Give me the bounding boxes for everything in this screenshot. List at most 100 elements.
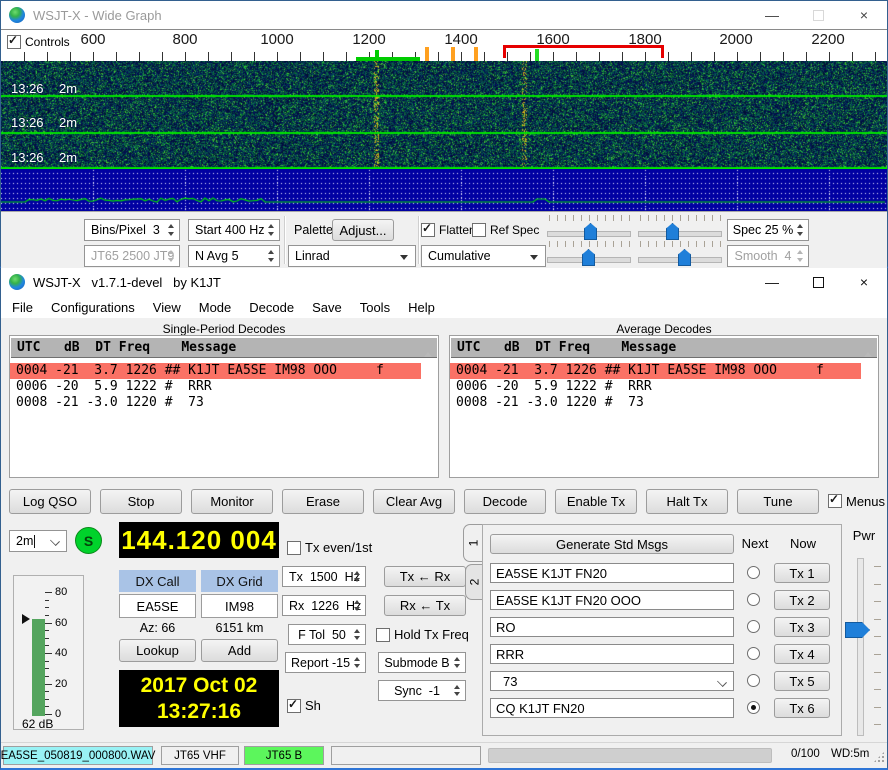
menu-help[interactable]: Help	[399, 297, 444, 318]
stop-button[interactable]: Stop	[100, 489, 182, 514]
rx-from-tx-button[interactable]: Rx ← Tx	[384, 595, 466, 616]
pwr-slider-handle[interactable]	[845, 622, 870, 638]
main-titlebar[interactable]: WSJT-X v1.7.1-devel by K1JT — ×	[1, 268, 887, 296]
f-tol-spinbox[interactable]: F Tol 50	[288, 624, 366, 645]
tx-from-rx-button[interactable]: Tx ← Rx	[384, 566, 466, 587]
scrollbar-up-icon[interactable]	[864, 352, 872, 357]
spectrum-mode-combobox[interactable]: Cumulative	[421, 245, 546, 267]
decode-row[interactable]: 0006 -20 5.9 1222 # RRR	[450, 379, 861, 395]
main-window: WSJT-X v1.7.1-devel by K1JT — × File Con…	[0, 268, 888, 770]
generate-std-msgs-button[interactable]: Generate Std Msgs	[490, 534, 734, 554]
status-indicator-button[interactable]: S	[75, 527, 102, 554]
add-button[interactable]: Add	[201, 639, 278, 662]
tx5-now-button[interactable]: Tx 5	[774, 671, 830, 691]
scrollbar-up-icon[interactable]	[424, 352, 432, 357]
menu-tools[interactable]: Tools	[351, 297, 399, 318]
spectrum-zero-slider[interactable]	[638, 241, 722, 267]
tx4-next-radio[interactable]	[747, 647, 760, 660]
maximize-icon[interactable]	[795, 1, 841, 29]
spec-percent-spinbox[interactable]: Spec 25 %	[727, 219, 809, 241]
decode-row[interactable]: 0008 -21 -3.0 1220 # 73	[10, 395, 421, 411]
frequency-ruler[interactable]: Controls 600 800 1000 1200 1400 1600 180…	[1, 29, 887, 62]
tab-2[interactable]: 2	[465, 564, 483, 600]
decode-table-header: UTC dB DT Freq Message	[451, 338, 877, 358]
ref-spec-checkbox[interactable]: Ref Spec	[472, 223, 539, 237]
close-icon[interactable]: ×	[841, 268, 887, 296]
tx2-message-field[interactable]: EA5SE K1JT FN20 OOO	[490, 590, 734, 610]
azimuth-text: Az: 66	[119, 621, 196, 635]
tx3-next-radio[interactable]	[747, 620, 760, 633]
waterfall-gain-slider[interactable]	[547, 215, 631, 241]
flatten-checkbox[interactable]: Flatten	[421, 223, 476, 237]
tx1-next-radio[interactable]	[747, 566, 760, 579]
sh-checkbox[interactable]: Sh	[287, 698, 321, 713]
controls-checkbox[interactable]: Controls	[7, 35, 70, 49]
tx4-now-button[interactable]: Tx 4	[774, 644, 830, 664]
tx-even-checkbox[interactable]: Tx even/1st	[287, 540, 372, 555]
sync-spinbox[interactable]: Sync -1	[378, 680, 466, 701]
decode-row[interactable]: 0008 -21 -3.0 1220 # 73	[450, 395, 861, 411]
tx3-now-button[interactable]: Tx 3	[774, 617, 830, 637]
waterfall-display[interactable]	[1, 61, 887, 169]
tx6-message-field[interactable]: CQ K1JT FN20	[490, 698, 734, 718]
tx1-now-button[interactable]: Tx 1	[774, 563, 830, 583]
resize-grip[interactable]	[873, 751, 885, 763]
menu-file[interactable]: File	[3, 297, 42, 318]
decode-row[interactable]: 0004 -21 3.7 1226 ## K1JT EA5SE IM98 OOO…	[450, 363, 861, 379]
tx3-message-field[interactable]: RO	[490, 617, 734, 637]
adjust-button[interactable]: Adjust...	[332, 219, 394, 241]
halt-tx-button[interactable]: Halt Tx	[646, 489, 728, 514]
menu-save[interactable]: Save	[303, 297, 351, 318]
decode-row[interactable]: 0004 -21 3.7 1226 ## K1JT EA5SE IM98 OOO…	[10, 363, 421, 379]
watchdog-status: WD:5m	[831, 748, 869, 760]
submode-spinbox[interactable]: Submode B	[378, 652, 466, 673]
lookup-button[interactable]: Lookup	[119, 639, 196, 662]
menu-decode[interactable]: Decode	[240, 297, 303, 318]
menu-view[interactable]: View	[144, 297, 190, 318]
wide-graph-titlebar[interactable]: WSJT-X - Wide Graph — ×	[1, 1, 887, 29]
maximize-icon[interactable]	[795, 268, 841, 296]
spectrum-gain-slider[interactable]	[547, 241, 631, 267]
clear-avg-button[interactable]: Clear Avg	[373, 489, 455, 514]
hold-tx-freq-checkbox[interactable]: Hold Tx Freq	[376, 627, 469, 642]
n-avg-spinbox[interactable]: N Avg 5	[188, 245, 280, 267]
bins-pixel-spinbox[interactable]: Bins/Pixel 3	[84, 219, 180, 241]
enable-tx-button[interactable]: Enable Tx	[555, 489, 637, 514]
menu-mode[interactable]: Mode	[190, 297, 241, 318]
tx2-now-button[interactable]: Tx 2	[774, 590, 830, 610]
band-combobox[interactable]: 2m	[9, 530, 67, 552]
minimize-icon[interactable]: —	[749, 1, 795, 29]
tx6-next-radio[interactable]	[747, 701, 760, 714]
separator	[284, 216, 286, 264]
palette-combobox[interactable]: Linrad	[288, 245, 416, 267]
tx5-message-combobox[interactable]: 73	[490, 671, 734, 691]
pwr-slider[interactable]: Pwr	[844, 528, 888, 740]
tx-freq-marker	[535, 49, 539, 61]
tune-button[interactable]: Tune	[737, 489, 819, 514]
wsjtx-globe-icon	[9, 7, 25, 23]
log-qso-button[interactable]: Log QSO	[9, 489, 91, 514]
tx2-next-radio[interactable]	[747, 593, 760, 606]
decode-row[interactable]: 0006 -20 5.9 1222 # RRR	[10, 379, 421, 395]
dx-call-field[interactable]: EA5SE	[119, 594, 196, 618]
close-icon[interactable]: ×	[841, 1, 887, 29]
menu-configurations[interactable]: Configurations	[42, 297, 144, 318]
start-freq-spinbox[interactable]: Start 400 Hz	[188, 219, 280, 241]
waterfall-zero-slider[interactable]	[638, 215, 722, 241]
dx-grid-field[interactable]: IM98	[201, 594, 278, 618]
wide-graph-window: WSJT-X - Wide Graph — × Controls 600 800…	[0, 0, 888, 268]
erase-button[interactable]: Erase	[282, 489, 364, 514]
report-spinbox[interactable]: Report -15	[285, 652, 366, 673]
tx-freq-spinbox[interactable]: Tx 1500 Hz	[282, 566, 366, 587]
tx6-now-button[interactable]: Tx 6	[774, 698, 830, 718]
menus-checkbox[interactable]: Menus	[828, 494, 885, 509]
tx1-message-field[interactable]: EA5SE K1JT FN20	[490, 563, 734, 583]
tab-1[interactable]: 1	[463, 524, 483, 562]
tx4-message-field[interactable]: RRR	[490, 644, 734, 664]
decode-table: 0004 -21 3.7 1226 ## K1JT EA5SE IM98 OOO…	[450, 358, 878, 411]
monitor-button[interactable]: Monitor	[191, 489, 273, 514]
decode-button[interactable]: Decode	[464, 489, 546, 514]
rx-freq-spinbox[interactable]: Rx 1226 Hz	[282, 595, 366, 616]
tx5-next-radio[interactable]	[747, 674, 760, 687]
minimize-icon[interactable]: —	[749, 268, 795, 296]
